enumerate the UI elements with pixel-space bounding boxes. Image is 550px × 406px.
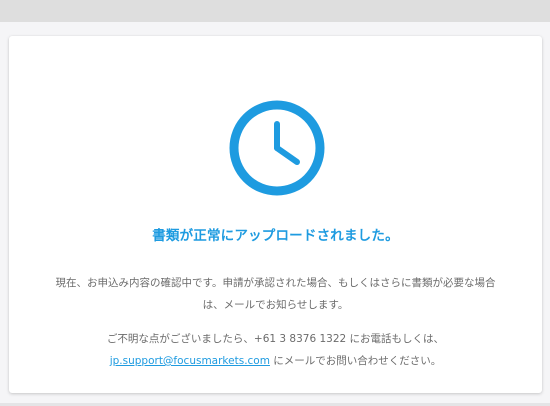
status-message: 現在、お申込み内容の確認中です。申請が承認された場合、もしくはさらに書類が必要な… [9, 272, 542, 316]
success-title: 書類が正常にアップロードされました。 [152, 228, 399, 244]
contact-message-line1: ご不明な点がございましたら、+61 3 8376 1322 にお電話もしくは、 [106, 333, 445, 345]
status-message-line2: は、メールでお知らせします。 [202, 299, 349, 311]
contact-message-line2: jp.support@focusmarkets.com にメールでお問い合わせく… [9, 350, 542, 372]
contact-message: ご不明な点がございましたら、+61 3 8376 1322 にお電話もしくは、 … [9, 328, 542, 372]
upload-success-card: 書類が正常にアップロードされました。 現在、お申込み内容の確認中です。申請が承認… [9, 36, 542, 393]
support-email-link[interactable]: jp.support@focusmarkets.com [110, 355, 270, 367]
contact-message-suffix: にメールでお問い合わせください。 [269, 355, 442, 367]
top-bar [0, 0, 550, 22]
status-message-line1: 現在、お申込み内容の確認中です。申請が承認された場合、もしくはさらに書類が必要な… [55, 277, 496, 289]
clock-icon [229, 100, 325, 196]
